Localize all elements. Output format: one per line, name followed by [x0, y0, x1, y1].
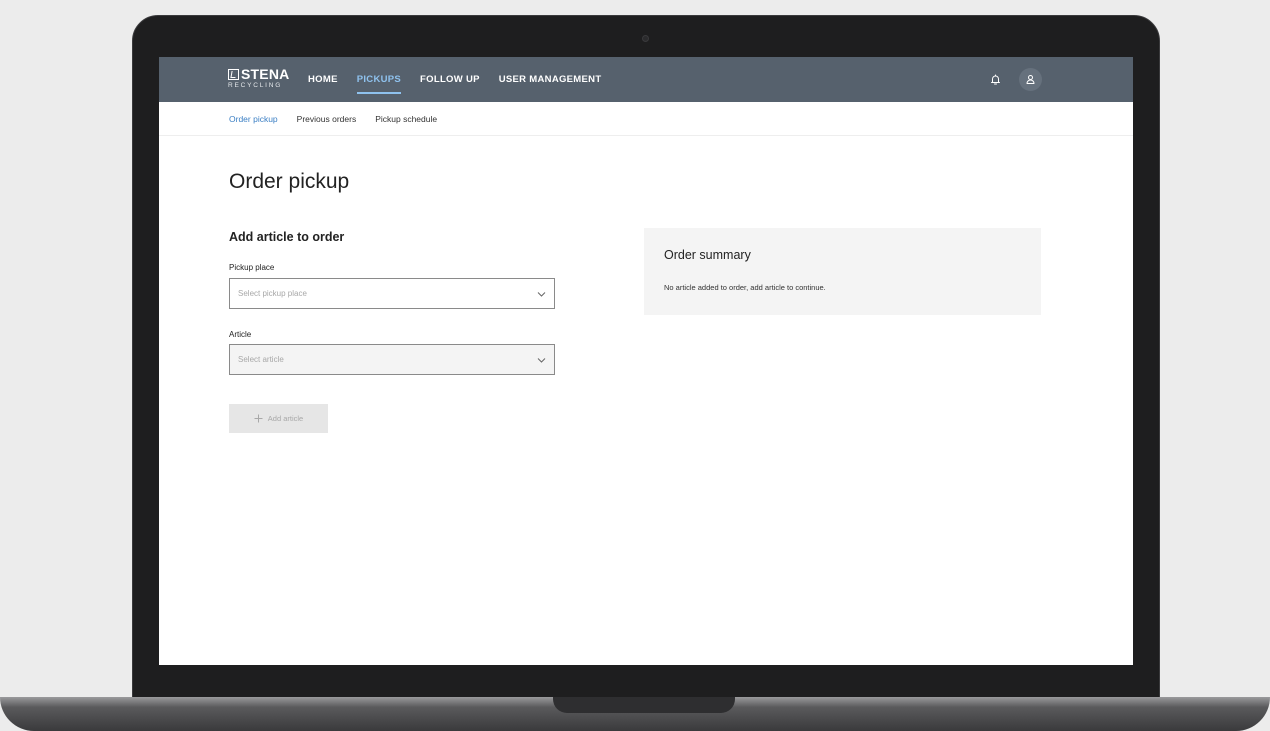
topbar-actions [984, 68, 1042, 91]
laptop-notch [553, 697, 735, 713]
notifications-button[interactable] [984, 68, 1007, 91]
nav-pickups[interactable]: PICKUPS [356, 57, 402, 102]
article-select[interactable]: Select article [229, 344, 555, 375]
pickup-place-select[interactable]: Select pickup place [229, 278, 555, 309]
nav-home[interactable]: HOME [308, 57, 338, 102]
logo-subtitle: RECYCLING [228, 82, 283, 89]
plus-icon [254, 414, 263, 423]
user-icon [1026, 75, 1035, 84]
logo-mark-icon [228, 68, 239, 80]
pickup-place-label: Pickup place [229, 263, 275, 272]
chevron-down-icon [537, 292, 546, 297]
article-label: Article [229, 330, 252, 339]
page-title: Order pickup [229, 170, 350, 193]
section-title: Add article to order [229, 230, 345, 244]
main-nav: HOME PICKUPS FOLLOW UP USER MANAGEMENT [308, 57, 601, 102]
add-article-label: Add article [267, 414, 304, 423]
stena-logo[interactable]: STENA RECYCLING [228, 67, 289, 90]
top-navigation-bar: STENA RECYCLING HOME PICKUPS FOLLOW UP U… [159, 57, 1133, 102]
profile-button[interactable] [1019, 68, 1042, 91]
nav-user-management[interactable]: USER MANAGEMENT [499, 57, 602, 102]
camera [642, 35, 649, 42]
order-summary-title: Order summary [664, 248, 751, 262]
nav-follow-up[interactable]: FOLLOW UP [420, 57, 480, 102]
order-summary-empty-text: No article added to order, add article t… [664, 283, 826, 292]
article-placeholder: Select article [238, 355, 284, 364]
sub-navigation: Order pickup Previous orders Pickup sche… [159, 102, 1133, 136]
pickup-place-placeholder: Select pickup place [238, 289, 307, 298]
subnav-order-pickup[interactable]: Order pickup [229, 114, 278, 124]
app-screen: STENA RECYCLING HOME PICKUPS FOLLOW UP U… [159, 57, 1133, 665]
chevron-down-icon [537, 358, 546, 363]
subnav-pickup-schedule[interactable]: Pickup schedule [375, 114, 437, 124]
logo-name: STENA [241, 66, 290, 82]
add-article-button[interactable]: Add article [229, 404, 328, 433]
order-summary-panel: Order summary No article added to order,… [644, 228, 1041, 315]
bell-icon [991, 74, 1000, 85]
subnav-previous-orders[interactable]: Previous orders [297, 114, 357, 124]
